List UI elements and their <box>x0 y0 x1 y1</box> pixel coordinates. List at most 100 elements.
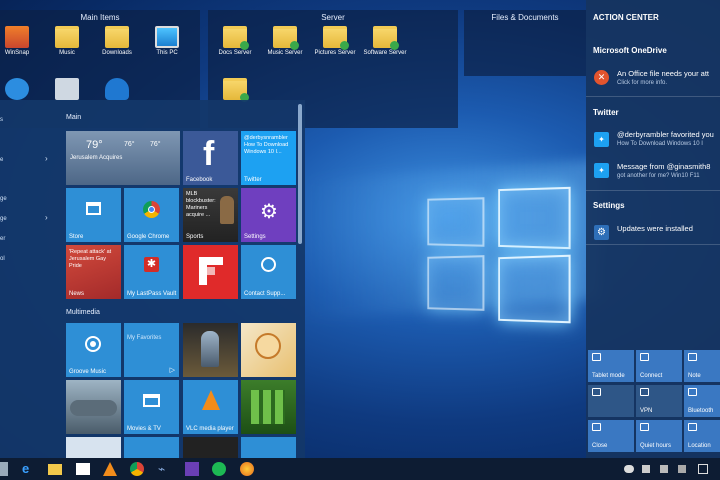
action-center-tray-icon[interactable] <box>698 464 708 474</box>
notification-text[interactable]: An Office file needs your att <box>617 69 709 78</box>
tray-icon[interactable] <box>678 465 686 473</box>
firefox-icon[interactable] <box>240 462 254 476</box>
action-center-title: ACTION CENTER <box>593 13 659 22</box>
edge-icon[interactable]: e <box>22 462 36 476</box>
note-icon <box>688 353 697 361</box>
battery-icon <box>592 388 601 396</box>
tile-flipboard[interactable] <box>183 245 238 299</box>
spotify-icon[interactable] <box>212 462 226 476</box>
tile-label: Movies & TV <box>127 426 161 432</box>
player-image <box>220 196 234 224</box>
folder-icon <box>373 26 397 48</box>
quick-action-bluetooth[interactable]: Bluetooth <box>684 385 720 417</box>
weather-place: Jerusalem Acquires <box>70 155 122 161</box>
tile-google-chrome[interactable]: Google Chrome <box>124 188 179 242</box>
tile-store[interactable]: Store <box>66 188 121 242</box>
chrome-icon[interactable] <box>130 462 144 476</box>
tile-lastpass[interactable]: ✱ My LastPass Vault <box>124 245 179 299</box>
start-list-item[interactable]: s <box>0 117 3 123</box>
quick-action-tablet-mode[interactable]: Tablet mode <box>588 350 634 382</box>
tile-weather[interactable]: 79° 76° 76° Jerusalem Acquires <box>66 131 180 185</box>
app-icon[interactable]: ⌁ <box>158 462 172 476</box>
tile-facebook[interactable]: f Facebook <box>183 131 238 185</box>
desktop-icon-music-server[interactable]: Music Server <box>260 26 310 57</box>
tile-partial[interactable] <box>66 437 121 458</box>
tile-vlc[interactable]: VLC media player <box>183 380 238 434</box>
desktop-icon-docs-server[interactable]: Docs Server <box>210 26 260 57</box>
fence-title: Main Items <box>0 10 200 22</box>
quick-action-location[interactable]: Location <box>684 420 720 452</box>
quick-action-vpn[interactable]: VPN <box>636 385 682 417</box>
tile-label: Twitter <box>244 177 262 183</box>
task-view-icon[interactable] <box>0 462 8 476</box>
start-list-item[interactable]: ge <box>0 196 7 202</box>
notification-text[interactable]: Updates were installed <box>617 224 693 233</box>
tile-twitter[interactable]: @derbysnrambler How To Download Windows … <box>241 131 296 185</box>
sports-tile-text: MLB blockbuster: Mariners acquire ... <box>186 191 216 219</box>
quick-action-connect[interactable]: Connect <box>636 350 682 382</box>
desktop-icon-server-folder[interactable] <box>210 78 260 102</box>
tile-partial[interactable] <box>241 437 296 458</box>
chevron-right-icon: › <box>45 154 48 163</box>
tile-news[interactable]: 'Repeat attack' at Jerusalem Gay Pride N… <box>66 245 121 299</box>
tile-photo-robot[interactable] <box>183 323 238 377</box>
section-settings: Settings <box>593 201 625 210</box>
chrome-icon <box>143 201 160 218</box>
start-scrollbar[interactable] <box>298 104 302 244</box>
tray-icon[interactable] <box>642 465 650 473</box>
notification-text[interactable]: @derbyrambler favorited you <box>617 130 714 139</box>
tile-label: VLC media player <box>186 426 238 432</box>
tray-icon[interactable] <box>660 465 668 473</box>
store-icon[interactable] <box>76 463 90 475</box>
lastpass-icon: ✱ <box>144 257 159 272</box>
start-menu: s e › ge ge › er ol Main Multimedia 79° … <box>0 100 305 458</box>
tile-groove-music[interactable]: Groove Music <box>66 323 121 377</box>
vlc-icon[interactable] <box>103 462 117 476</box>
recycle-bin-icon <box>55 78 79 100</box>
tile-settings[interactable]: ⚙ Settings <box>241 188 296 242</box>
section-twitter: Twitter <box>593 108 619 117</box>
bluetooth-icon <box>688 388 697 396</box>
notification-text[interactable]: Message from @ginasmith8 <box>617 162 710 171</box>
folder-icon <box>323 26 347 48</box>
gear-icon: ⚙ <box>594 225 609 240</box>
desktop-icon-onedrive[interactable] <box>92 78 142 102</box>
desktop-icon-downloads[interactable]: Downloads <box>92 26 142 57</box>
tile-contact-support[interactable]: Contact Supp... <box>241 245 296 299</box>
tile-photo-character[interactable] <box>241 323 296 377</box>
quick-action-note[interactable]: Note <box>684 350 720 382</box>
quick-action-disabled[interactable] <box>588 385 634 417</box>
twitter-icon: ✦ <box>594 132 609 147</box>
onenote-icon[interactable] <box>185 462 199 476</box>
facebook-icon: f <box>203 135 214 174</box>
film-clapper-icon <box>143 394 160 407</box>
start-list-item[interactable]: ge <box>0 216 7 222</box>
tile-photos[interactable] <box>66 380 121 434</box>
folder-icon <box>105 26 129 48</box>
tile-partial[interactable] <box>183 437 238 458</box>
start-list-item[interactable]: er <box>0 236 5 242</box>
desktop-icon-winsnap[interactable]: WinSnap <box>0 26 42 57</box>
desktop-icon-pictures-server[interactable]: Pictures Server <box>310 26 360 57</box>
quick-action-quiet-hours[interactable]: Quiet hours <box>636 420 682 452</box>
store-bag-icon <box>86 202 101 215</box>
desktop-icon-music[interactable]: Music <box>42 26 92 57</box>
desktop-icon-recycle-bin[interactable] <box>42 78 92 102</box>
start-list-item[interactable]: e <box>0 157 3 163</box>
tile-label: News <box>69 291 84 297</box>
tile-partial[interactable] <box>124 437 179 458</box>
cloud-tray-icon[interactable] <box>624 465 634 473</box>
folder-icon <box>55 26 79 48</box>
start-list-item[interactable]: ol <box>0 256 5 262</box>
tile-my-favorites[interactable]: My Favorites ▷ <box>124 323 179 377</box>
desktop-icon-software-server[interactable]: Software Server <box>360 26 410 57</box>
tile-sports[interactable]: MLB blockbuster: Mariners acquire ... Sp… <box>183 188 238 242</box>
groove-icon <box>85 336 101 352</box>
desktop-icon-network[interactable] <box>0 78 42 102</box>
weather-temp-3: 76° <box>150 141 161 148</box>
quick-action-close[interactable]: Close <box>588 420 634 452</box>
tile-xbox-game[interactable] <box>241 380 296 434</box>
desktop-icon-this-pc[interactable]: This PC <box>142 26 192 57</box>
file-explorer-icon[interactable] <box>48 464 62 475</box>
tile-movies-tv[interactable]: Movies & TV <box>124 380 179 434</box>
